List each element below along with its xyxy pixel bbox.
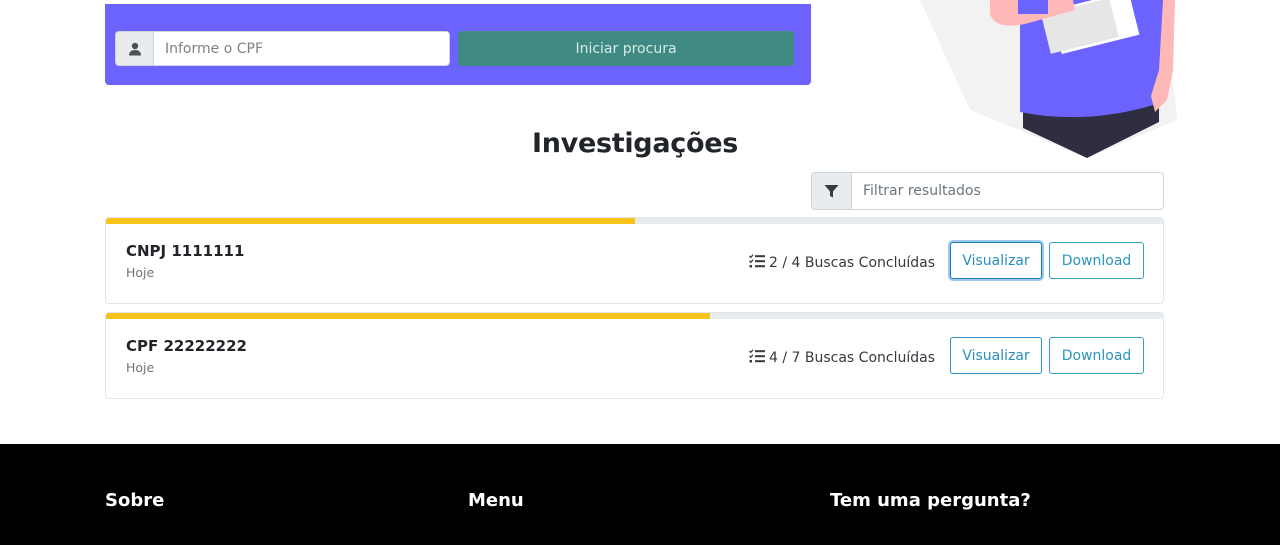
investigation-status: 4 / 7 Buscas Concluídas — [749, 349, 935, 367]
investigation-card: CPF 22222222 Hoje 4 / 7 Buscas Concluída… — [105, 312, 1164, 399]
status-text: 2 / 4 Buscas Concluídas — [769, 255, 935, 271]
investigation-status: 2 / 4 Buscas Concluídas — [749, 254, 935, 272]
investigation-date: Hoje — [126, 265, 155, 280]
cpf-input[interactable] — [153, 31, 450, 66]
investigation-title: CNPJ 1111111 — [126, 242, 245, 260]
view-button[interactable]: Visualizar — [950, 337, 1042, 374]
progress-track — [106, 313, 1163, 319]
progress-bar — [106, 313, 710, 319]
filter-input[interactable] — [851, 172, 1164, 210]
investigation-title: CPF 22222222 — [126, 337, 247, 355]
tasks-icon — [749, 349, 765, 367]
progress-track — [106, 218, 1163, 224]
status-text: 4 / 7 Buscas Concluídas — [769, 350, 935, 366]
filter-icon — [811, 172, 851, 210]
footer-menu-heading: Menu — [468, 490, 524, 511]
user-icon — [115, 31, 153, 66]
page-title: Investigações — [532, 128, 738, 159]
view-button[interactable]: Visualizar — [950, 242, 1042, 279]
progress-bar — [106, 218, 635, 224]
investigation-date: Hoje — [126, 360, 155, 375]
footer-about-heading: Sobre — [105, 490, 165, 511]
cpf-input-group — [115, 31, 450, 66]
tasks-icon — [749, 254, 765, 272]
panel-top-strip — [289, 0, 599, 4]
page: Iniciar procura Investigações CNPJ 11111… — [0, 0, 1280, 545]
investigation-card: CNPJ 1111111 Hoje 2 / 4 Buscas Concluída… — [105, 217, 1164, 304]
footer-question-heading: Tem uma pergunta? — [830, 490, 1031, 511]
download-button[interactable]: Download — [1049, 337, 1144, 374]
search-panel: Iniciar procura — [105, 0, 811, 85]
download-button[interactable]: Download — [1049, 242, 1144, 279]
footer: Sobre Menu Tem uma pergunta? — [0, 444, 1280, 545]
start-search-button[interactable]: Iniciar procura — [458, 31, 794, 66]
filter-group — [811, 172, 1164, 210]
